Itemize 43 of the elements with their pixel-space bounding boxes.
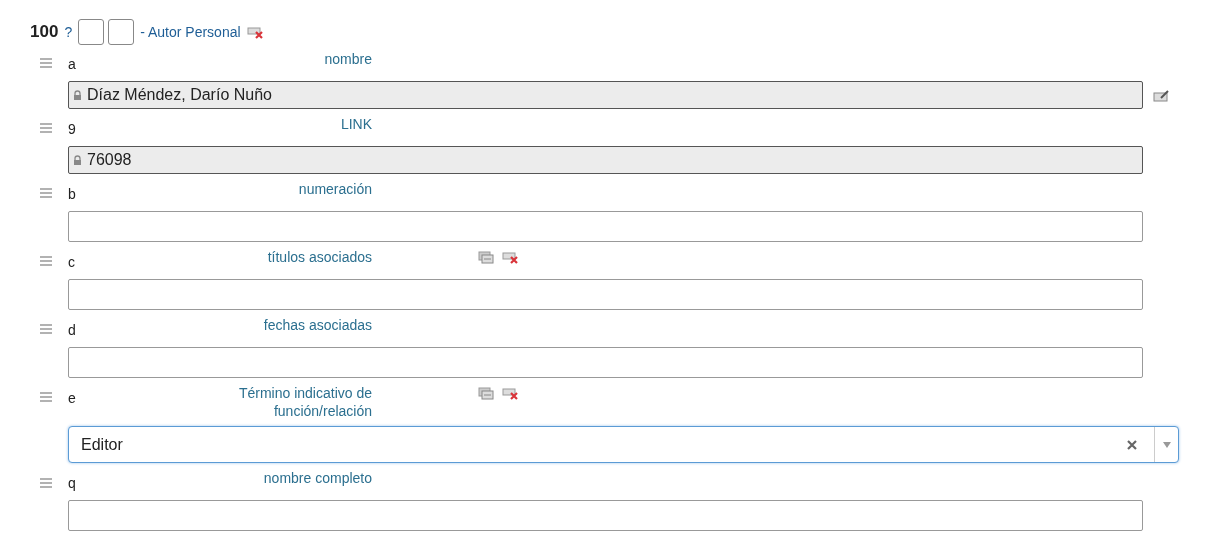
lock-icon <box>73 155 82 165</box>
subfield-code: d <box>68 321 77 340</box>
subfield-label: LINK <box>340 115 372 134</box>
delete-field-icon[interactable] <box>246 25 263 39</box>
subfield-label: nombre completo <box>263 469 372 488</box>
input-field[interactable] <box>68 279 1143 310</box>
input-field[interactable] <box>68 347 1143 378</box>
subfield-label: títulos asociados <box>267 248 372 267</box>
edit-icon[interactable] <box>1153 88 1170 102</box>
delete-icon[interactable] <box>502 386 518 400</box>
subfield-code: b <box>68 185 77 204</box>
subfield-label: Término indicativo de función/relación <box>237 384 372 421</box>
delete-icon[interactable] <box>502 250 518 264</box>
subfield-code: c <box>68 253 76 272</box>
clone-icon[interactable] <box>478 250 494 264</box>
drag-handle-icon[interactable] <box>40 392 52 403</box>
locked-field: Díaz Méndez, Darío Nuño <box>68 81 1143 109</box>
clear-icon[interactable] <box>1126 438 1138 451</box>
drag-handle-icon[interactable] <box>40 123 52 134</box>
indicator-field[interactable] <box>78 19 105 45</box>
drag-handle-icon[interactable] <box>40 256 52 267</box>
subfield-label: fechas asociadas <box>263 316 372 335</box>
subfield-label: nombre <box>324 50 372 69</box>
subfield-code: a <box>68 55 77 74</box>
tag-number: 100 <box>30 21 59 44</box>
subfield-code: 9 <box>68 120 77 139</box>
dropdown-arrow-icon[interactable] <box>1162 441 1171 448</box>
subfield-label: numeración <box>298 180 372 199</box>
drag-handle-icon[interactable] <box>40 188 52 199</box>
locked-field: 76098 <box>68 146 1143 174</box>
help-link[interactable]: ? <box>64 21 73 43</box>
drag-handle-icon[interactable] <box>40 324 52 335</box>
lock-icon <box>73 90 82 100</box>
drag-handle-icon[interactable] <box>40 477 52 488</box>
select-field[interactable]: Editor <box>68 426 1179 464</box>
indicator-field[interactable] <box>108 19 135 45</box>
field-title-link[interactable]: - Autor Personal <box>140 21 241 43</box>
subfield-code: q <box>68 474 77 494</box>
input-field[interactable] <box>68 211 1143 242</box>
drag-handle-icon[interactable] <box>40 58 52 69</box>
clone-icon[interactable] <box>478 386 494 400</box>
input-field[interactable] <box>68 500 1143 532</box>
subfield-code: e <box>68 389 77 408</box>
